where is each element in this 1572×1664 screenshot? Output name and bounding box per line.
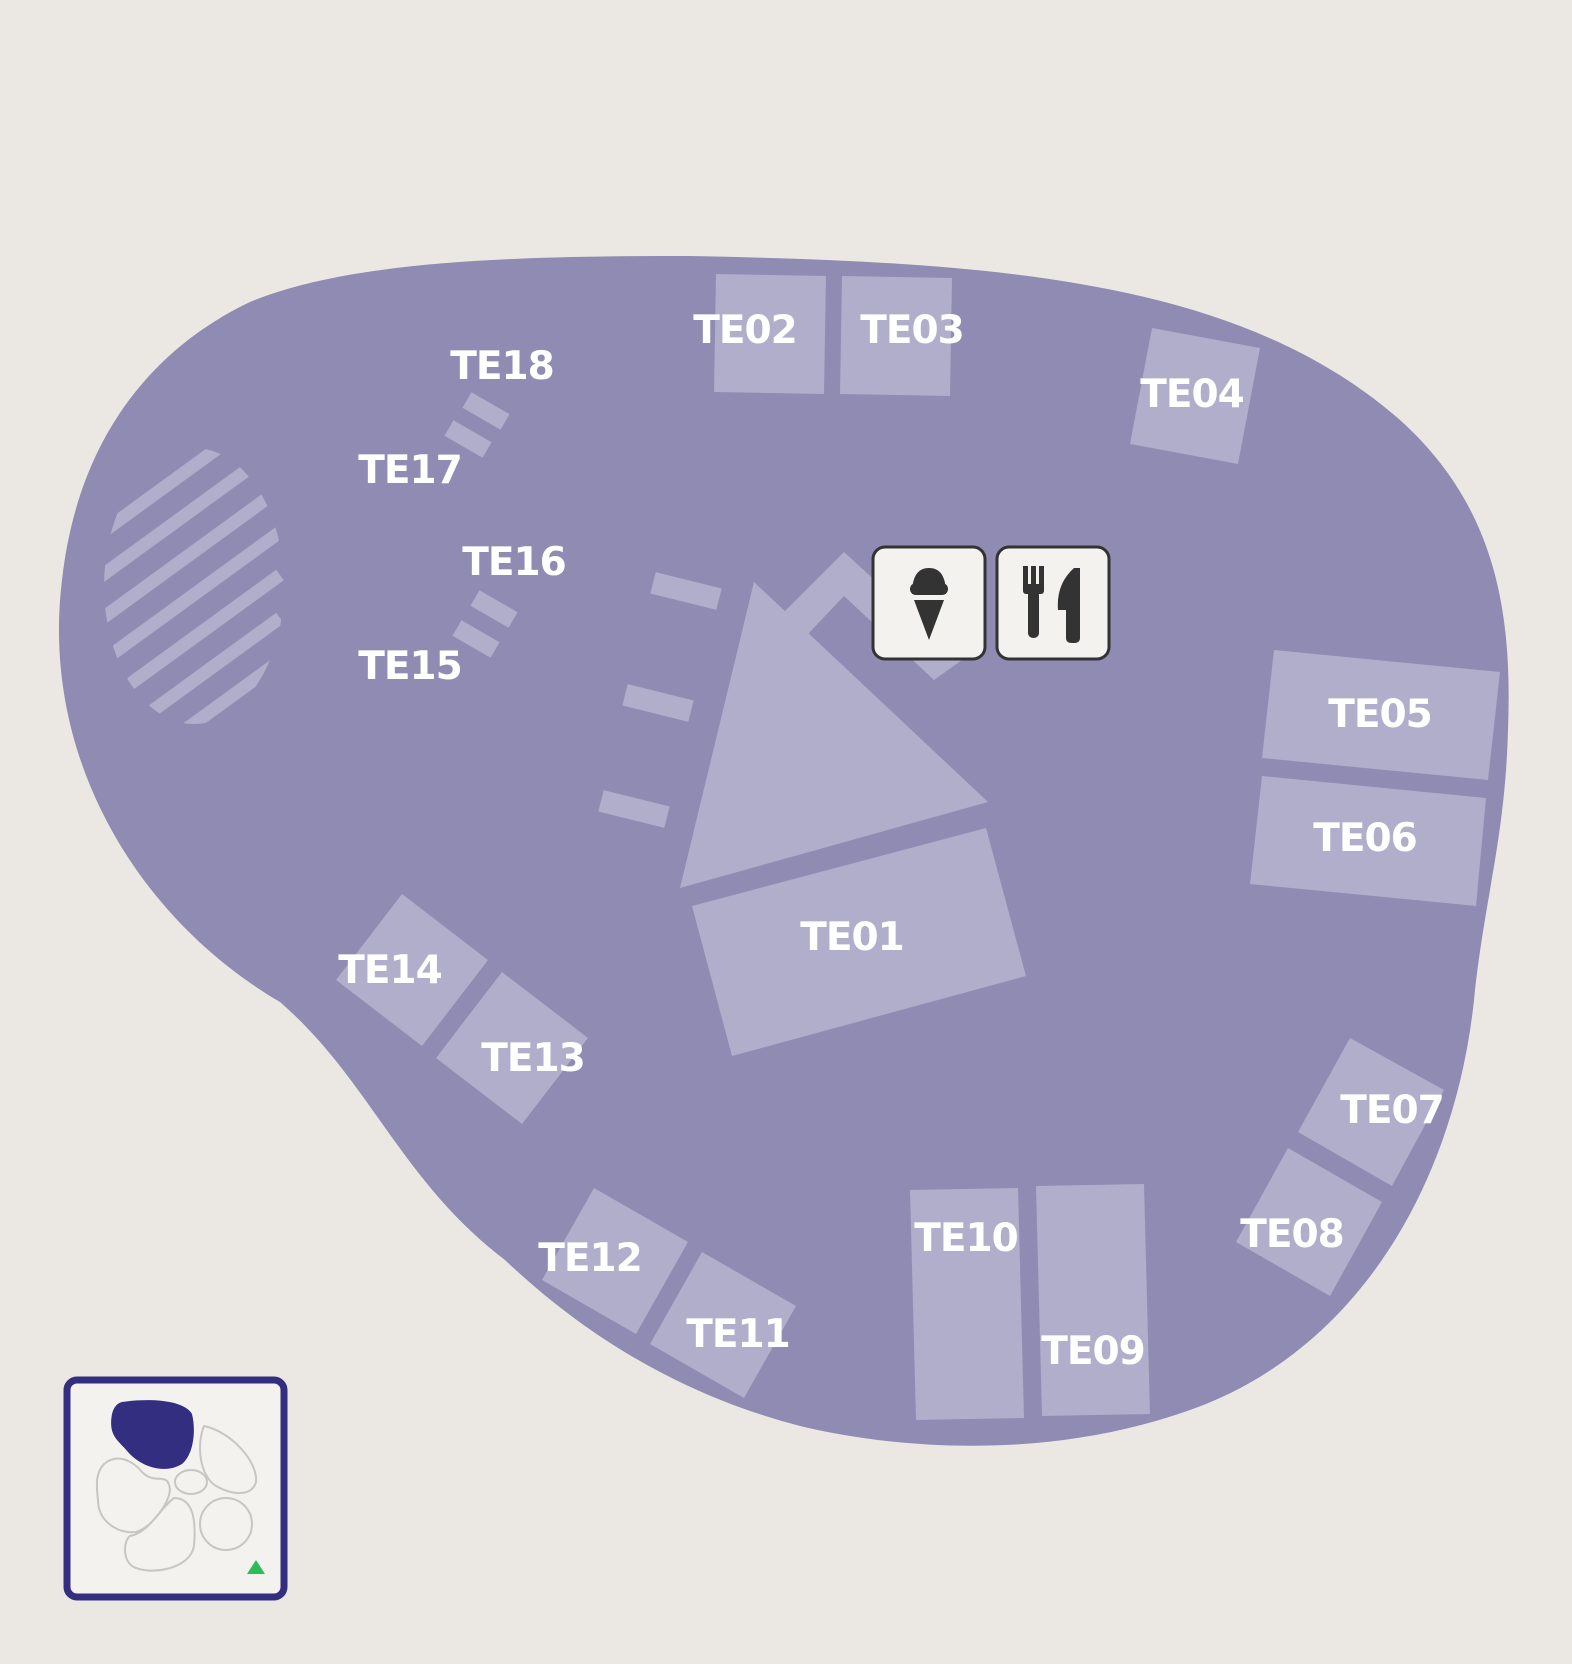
- stall-label: TE11: [686, 1312, 790, 1357]
- stall-label: TE03: [860, 308, 964, 353]
- stall-label: TE01: [800, 915, 904, 960]
- stall-te09[interactable]: [1036, 1184, 1150, 1416]
- stall-label: TE06: [1313, 816, 1417, 861]
- stall-label: TE13: [481, 1036, 585, 1081]
- inset-map[interactable]: [63, 1376, 288, 1601]
- stall-label: TE10: [914, 1216, 1018, 1261]
- stall-label: TE04: [1140, 372, 1244, 417]
- amenity-restaurant[interactable]: [995, 545, 1111, 661]
- stall-label: TE16: [462, 540, 566, 585]
- amenity-ice-cream[interactable]: [871, 545, 987, 661]
- stall-label: TE02: [693, 308, 797, 353]
- stall-label: TE07: [1340, 1088, 1444, 1133]
- stall-label: TE08: [1240, 1212, 1344, 1257]
- stall-label: TE15: [358, 644, 462, 689]
- stall-label: TE05: [1328, 692, 1432, 737]
- stall-label: TE17: [358, 448, 462, 493]
- stall-label: TE14: [338, 948, 442, 993]
- stall-label: TE09: [1041, 1329, 1145, 1374]
- stall-label: TE18: [450, 344, 554, 389]
- festival-map: TE01 TE02 TE03 TE04 TE05 TE06 TE07 TE08 …: [58, 256, 1509, 1601]
- stall-label: TE12: [538, 1236, 642, 1281]
